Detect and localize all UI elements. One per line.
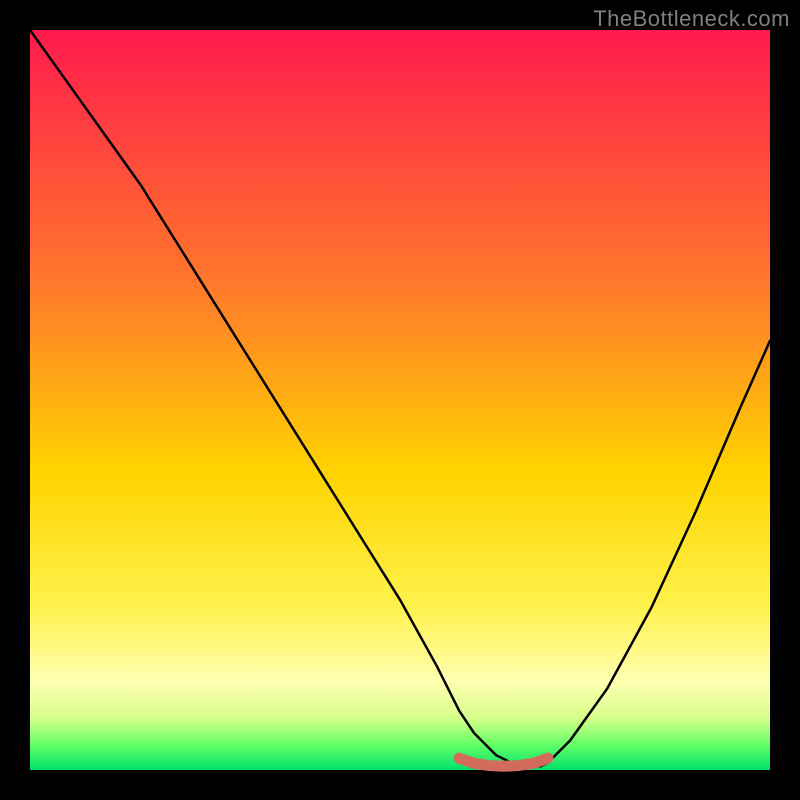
- bottleneck-chart: [0, 0, 800, 800]
- chart-stage: TheBottleneck.com: [0, 0, 800, 800]
- gradient-background: [30, 30, 770, 770]
- watermark-text: TheBottleneck.com: [593, 6, 790, 32]
